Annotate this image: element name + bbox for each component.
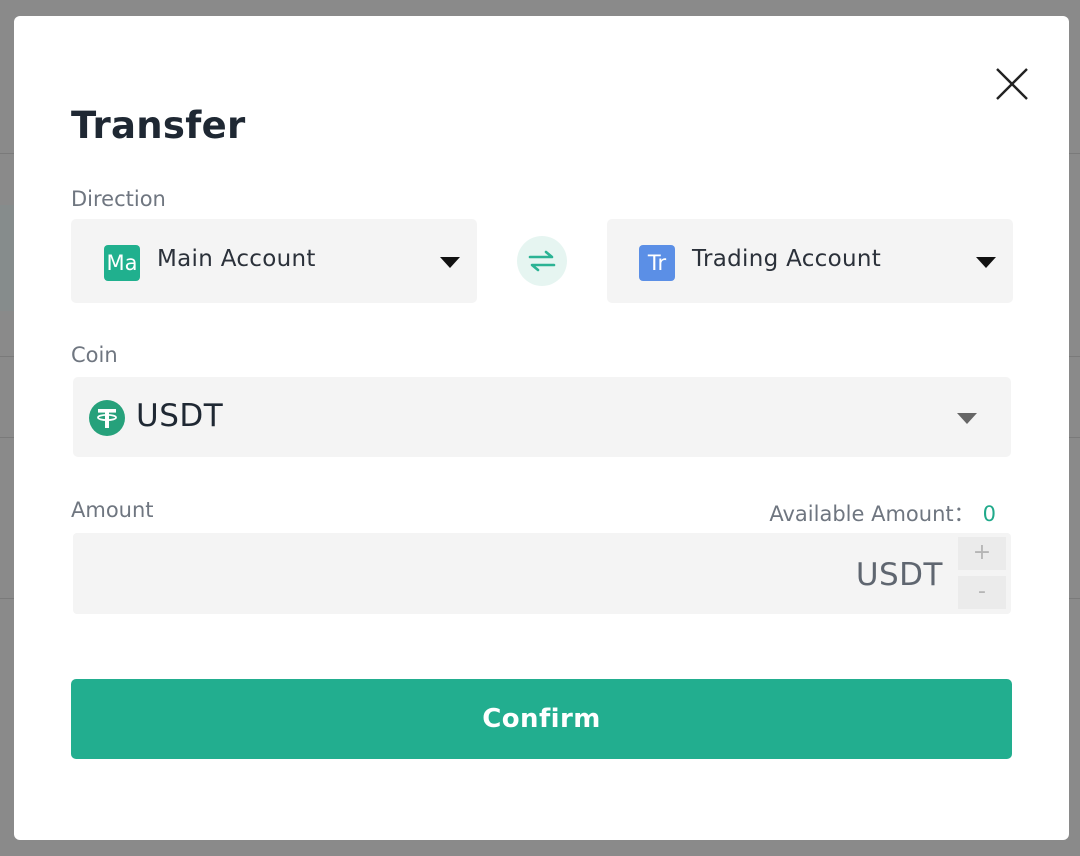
from-account-name: Main Account bbox=[157, 246, 316, 272]
swap-direction-button[interactable] bbox=[517, 236, 567, 286]
amount-label: Amount bbox=[71, 498, 154, 522]
caret-down-icon bbox=[440, 257, 460, 268]
caret-down-icon bbox=[976, 257, 996, 268]
direction-label: Direction bbox=[71, 187, 166, 211]
caret-down-icon bbox=[957, 413, 977, 424]
trading-account-badge: Tr bbox=[639, 245, 675, 281]
tether-icon bbox=[89, 400, 125, 436]
amount-input[interactable] bbox=[73, 533, 833, 614]
close-icon[interactable] bbox=[994, 66, 1030, 102]
available-amount-value: 0 bbox=[982, 502, 996, 526]
swap-arrows-icon bbox=[528, 250, 556, 272]
decrement-button[interactable]: - bbox=[958, 576, 1006, 609]
increment-button[interactable]: + bbox=[958, 537, 1006, 570]
amount-field: USDT + - bbox=[73, 533, 1011, 614]
modal-title: Transfer bbox=[71, 104, 246, 147]
main-account-badge: Ma bbox=[104, 245, 140, 281]
transfer-modal: Transfer Direction Ma Main Account Tr Tr… bbox=[14, 16, 1069, 840]
available-amount-label: Available Amount： bbox=[769, 502, 975, 526]
to-account-select[interactable]: Tr Trading Account bbox=[607, 219, 1013, 303]
coin-label: Coin bbox=[71, 343, 118, 367]
coin-selected: USDT bbox=[136, 398, 224, 434]
to-account-name: Trading Account bbox=[692, 246, 882, 272]
confirm-button[interactable]: Confirm bbox=[71, 679, 1012, 759]
available-amount: Available Amount： 0 bbox=[769, 498, 996, 528]
amount-unit: USDT bbox=[855, 557, 943, 593]
from-account-select[interactable]: Ma Main Account bbox=[71, 219, 477, 303]
coin-select[interactable]: USDT bbox=[73, 377, 1011, 457]
